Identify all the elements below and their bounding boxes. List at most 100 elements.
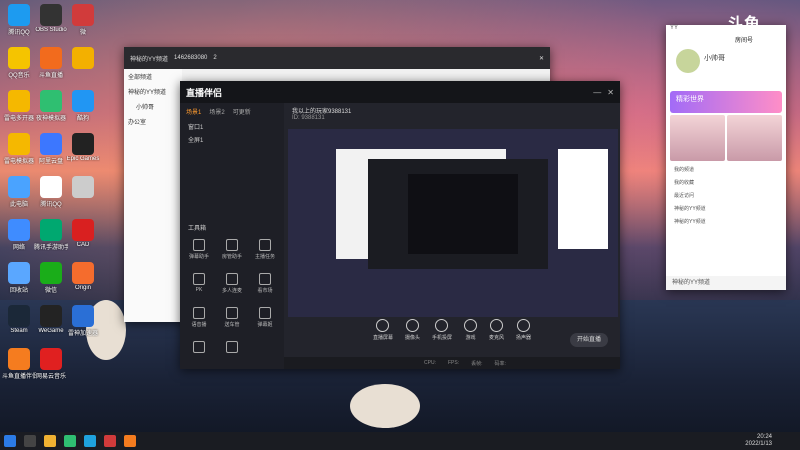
- desktop-icon-label: 雷神加速器: [67, 331, 98, 337]
- sidebar-item[interactable]: 神秘的YY频道: [124, 84, 182, 99]
- desktop-icon[interactable]: 回收站: [2, 262, 36, 294]
- desktop-icon[interactable]: 网络: [2, 219, 36, 251]
- search-icon[interactable]: [24, 435, 36, 447]
- desktop-icon[interactable]: 雷电多开器: [2, 90, 36, 122]
- system-clock[interactable]: 20:24 2022/1/13: [745, 434, 772, 448]
- douyu-companion-window[interactable]: 直播伴侣 — ✕ 场景1 场景2 可更新 窗口1 全屏1 工具箱 弹幕助手 房管助…: [180, 81, 620, 369]
- desktop-icon[interactable]: 酷狗: [66, 90, 100, 122]
- desktop-icon-label: Steam: [10, 328, 28, 334]
- sidebar-item[interactable]: 全部频道: [124, 69, 182, 84]
- desktop-icon[interactable]: Origin: [66, 262, 100, 291]
- tool-button[interactable]: 弹幕助手: [184, 239, 214, 260]
- tool-icon: [193, 307, 205, 319]
- avatar[interactable]: [676, 49, 700, 73]
- tab-scene-1[interactable]: 场景1: [186, 107, 201, 116]
- desktop-icon-label: CAD: [76, 242, 90, 248]
- app-icon[interactable]: [104, 435, 116, 447]
- control-button[interactable]: 直播屏幕: [373, 319, 393, 341]
- control-button[interactable]: 麦克风: [489, 319, 504, 341]
- tool-label: 语音播: [191, 322, 207, 328]
- stream-preview: [288, 129, 618, 317]
- close-icon[interactable]: ✕: [607, 88, 614, 97]
- desktop-icon-label: Epic Games: [66, 156, 100, 162]
- tool-button[interactable]: 多人连麦: [217, 273, 247, 294]
- tool-button[interactable]: 弹幕姬: [250, 307, 280, 328]
- sidebar-item[interactable]: 小帅哥: [124, 99, 182, 114]
- yy-banner[interactable]: 精彩世界: [670, 91, 782, 113]
- desktop-icon[interactable]: 阿里云盘: [34, 133, 68, 165]
- desktop-icon[interactable]: 斗鱼直播: [34, 47, 68, 79]
- status-fps: FPS:: [447, 360, 460, 366]
- list-item[interactable]: 我的频道: [666, 163, 786, 176]
- scene-source-item[interactable]: 全屏1: [180, 133, 284, 146]
- watermark-room: 9388131: [726, 45, 762, 55]
- desktop-icon-label: 微信: [44, 288, 57, 294]
- close-icon[interactable]: ✕: [539, 55, 544, 62]
- tool-button[interactable]: 主播任务: [250, 239, 280, 260]
- app-icon: [72, 133, 94, 155]
- desktop-icon[interactable]: 微: [66, 4, 100, 36]
- control-button[interactable]: 扬声器: [516, 319, 531, 341]
- featured-streamers[interactable]: [666, 113, 786, 163]
- desktop-icon[interactable]: 网易云音乐: [34, 348, 68, 380]
- list-item[interactable]: 最近访问: [666, 189, 786, 202]
- windows-start-icon[interactable]: [4, 435, 16, 447]
- sidebar-item[interactable]: 办公室: [124, 114, 182, 129]
- desktop-icon[interactable]: 微信: [34, 262, 68, 294]
- yy-side-panel[interactable]: YY 小帅哥 精彩世界 我的频道 我的收藏 最近访问 神秘的YY频道 神秘的YY…: [666, 25, 786, 290]
- control-button[interactable]: 手机投屏: [432, 319, 452, 341]
- desktop-icon[interactable]: 腾讯QQ: [2, 4, 36, 36]
- control-icon: [517, 319, 531, 332]
- control-label: 游戏: [465, 335, 476, 341]
- companion-taskbar-icon[interactable]: [124, 435, 136, 447]
- desktop-icon[interactable]: 斗鱼直播伴侣: [2, 348, 36, 380]
- app-icon: [8, 4, 30, 26]
- app-icon: [8, 219, 30, 241]
- tool-label: 多人连麦: [221, 288, 242, 294]
- desktop-icon[interactable]: 腾讯手游助手: [34, 219, 68, 251]
- control-label: 扬声器: [516, 335, 532, 341]
- desktop-icon[interactable]: Epic Games: [66, 133, 100, 162]
- desktop-icon[interactable]: 雷神加速器: [66, 305, 100, 337]
- app-icon: [40, 305, 62, 327]
- list-item[interactable]: 我的收藏: [666, 176, 786, 189]
- scene-source-item[interactable]: 窗口1: [180, 120, 284, 133]
- list-item[interactable]: 神秘的YY频道: [666, 202, 786, 215]
- file-explorer-icon[interactable]: [44, 435, 56, 447]
- tool-button[interactable]: [184, 341, 214, 355]
- desktop-icon[interactable]: 雷电模拟器: [2, 133, 36, 165]
- tool-icon: [226, 341, 238, 353]
- tool-button[interactable]: [217, 341, 247, 355]
- desktop-icon[interactable]: 腾讯QQ: [34, 176, 68, 208]
- desktop-icon[interactable]: CAD: [66, 219, 100, 248]
- control-button[interactable]: 摄像头: [405, 319, 420, 341]
- desktop-icon-label: 此电脑: [9, 202, 28, 208]
- minimize-icon[interactable]: —: [593, 88, 601, 97]
- control-button[interactable]: 游戏: [464, 319, 477, 341]
- app-icon: [40, 133, 62, 155]
- tool-button[interactable]: 房管助手: [217, 239, 247, 260]
- app-icon[interactable]: [64, 435, 76, 447]
- edge-icon[interactable]: [84, 435, 96, 447]
- companion-titlebar: 直播伴侣 — ✕: [180, 81, 620, 103]
- desktop-icon[interactable]: WeGame: [34, 305, 68, 334]
- list-item[interactable]: 神秘的YY频道: [666, 215, 786, 228]
- desktop-icon[interactable]: [66, 47, 100, 70]
- wallpaper-cat: [350, 384, 420, 428]
- desktop-icon[interactable]: Steam: [2, 305, 36, 334]
- start-stream-button[interactable]: 开始直播: [570, 333, 608, 347]
- tab-updates[interactable]: 可更新: [233, 107, 251, 116]
- yy-channel-sidebar: 全部频道 神秘的YY频道 小帅哥 办公室: [124, 69, 182, 322]
- desktop-icon[interactable]: [66, 176, 100, 199]
- tool-button[interactable]: 看市场: [250, 273, 280, 294]
- tool-button[interactable]: PK: [184, 273, 214, 293]
- desktop-icon[interactable]: 此电脑: [2, 176, 36, 208]
- desktop-icon[interactable]: 夜神模拟器: [34, 90, 68, 122]
- tool-button[interactable]: 语音播: [184, 307, 214, 328]
- scene-tabs: 场景1 场景2 可更新: [180, 103, 284, 120]
- status-bitrate: 码率:: [494, 360, 506, 367]
- desktop-icon[interactable]: OBS Studio: [34, 4, 68, 33]
- tool-button[interactable]: 送车管: [217, 307, 247, 328]
- tab-scene-2[interactable]: 场景2: [209, 107, 224, 116]
- desktop-icon[interactable]: QQ音乐: [2, 47, 36, 79]
